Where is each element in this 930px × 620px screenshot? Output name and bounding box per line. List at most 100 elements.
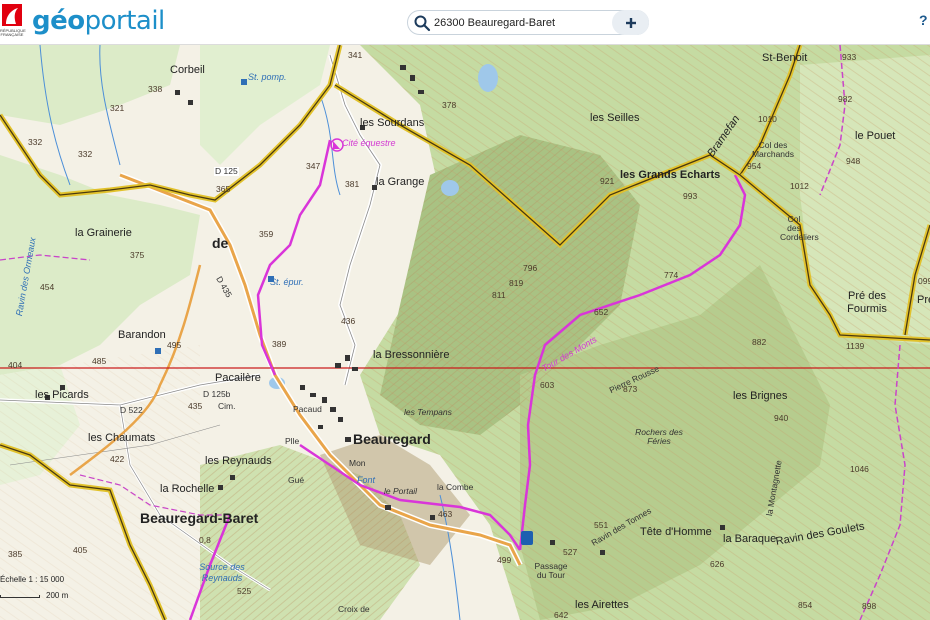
altitude-label: 404 <box>8 360 23 370</box>
place-label: Pré des Fourmis <box>847 290 887 315</box>
altitude-label: 819 <box>509 278 524 288</box>
altitude-label: 332 <box>78 149 93 159</box>
place-label: les Grands Echarts <box>620 169 721 181</box>
place-label: les Chaumats <box>88 432 156 444</box>
road-label: D 522 <box>120 405 143 415</box>
place-label: la Rochelle <box>160 483 215 495</box>
altitude-label: 0,8 <box>199 535 211 545</box>
altitude-label: 982 <box>838 94 853 104</box>
place-label: Gué <box>288 475 305 485</box>
plus-icon <box>625 17 636 28</box>
place-label: Col des Marchands <box>751 140 795 159</box>
place-label: la Grainerie <box>75 227 132 239</box>
place-label: la Baraque <box>723 533 777 545</box>
place-label: Pacailère <box>215 372 261 384</box>
place-label: Cim. <box>218 401 236 411</box>
place-label: la Bressonnière <box>373 349 450 361</box>
brand-part2: portail <box>84 6 166 36</box>
place-label: Croix de <box>338 604 370 614</box>
place-label: les Tempans <box>404 407 452 417</box>
altitude-label: 338 <box>148 84 163 94</box>
place-label: Barandon <box>118 329 166 341</box>
altitude-label: 626 <box>710 559 725 569</box>
altitude-label: 332 <box>28 137 43 147</box>
altitude-label: 435 <box>188 401 203 411</box>
place-label: Plle <box>285 436 300 446</box>
altitude-label: 954 <box>747 161 762 171</box>
map-view[interactable]: Corbeil les Sourdans la Grange la Graine… <box>0 45 930 620</box>
place-label: Source des Reynauds <box>199 562 245 583</box>
road-label: D 125 <box>214 166 239 176</box>
place-label: Rochers des Féries <box>635 427 683 446</box>
altitude-label: 359 <box>259 229 274 239</box>
republic-text: RÉPUBLIQUE FRANÇAISE <box>0 28 26 37</box>
place-label: les Picards <box>35 389 89 401</box>
altitude-label: 365 <box>216 184 231 194</box>
altitude-label: 873 <box>623 384 638 394</box>
place-label: Col des Cordeliers <box>780 214 819 242</box>
scale-text: Échelle 1 : 15 000 <box>0 575 65 584</box>
place-label: la Combe <box>437 482 474 492</box>
place-label: le Pouet <box>855 130 896 142</box>
altitude-label: 551 <box>594 520 609 530</box>
place-label: Beauregard <box>353 431 431 447</box>
geoportail-app: RÉPUBLIQUE FRANÇAISE géoportail ? <box>0 0 930 620</box>
brand-part1: géo <box>32 6 85 36</box>
place-label: les Sourdans <box>360 117 425 129</box>
scale-distance: 200 m <box>46 591 69 600</box>
altitude-label: 940 <box>774 413 789 423</box>
altitude-label: 603 <box>540 380 555 390</box>
place-label: Cité équestre <box>342 138 396 148</box>
altitude-label: 385 <box>8 549 23 559</box>
altitude-label: 1046 <box>850 464 869 474</box>
place-label: Pacaud <box>293 404 322 414</box>
place-label: de <box>212 235 229 251</box>
altitude-label: 422 <box>110 454 125 464</box>
altitude-label: 495 <box>167 340 182 350</box>
altitude-label: 454 <box>40 282 55 292</box>
place-label: Tête d'Homme <box>640 526 712 538</box>
place-label: les Brignes <box>733 390 788 402</box>
republique-francaise-logo[interactable]: RÉPUBLIQUE FRANÇAISE <box>0 4 26 41</box>
altitude-label: 525 <box>237 586 252 596</box>
altitude-label: 774 <box>664 270 679 280</box>
altitude-label: 993 <box>683 191 698 201</box>
altitude-label: 898 <box>862 601 877 611</box>
altitude-label: 527 <box>563 547 578 557</box>
altitude-label: 381 <box>345 179 360 189</box>
place-label: le Portail <box>384 486 418 496</box>
place-label: St-Benoit <box>762 52 808 64</box>
altitude-label: 341 <box>348 50 363 60</box>
place-label: St. pomp. <box>248 72 287 82</box>
search-icon[interactable] <box>413 14 431 32</box>
search-input[interactable] <box>434 14 614 32</box>
altitude-label: 811 <box>492 290 506 300</box>
altitude-label: 1010 <box>758 114 777 124</box>
altitude-label: 405 <box>73 545 88 555</box>
top-bar: RÉPUBLIQUE FRANÇAISE géoportail ? <box>0 0 930 45</box>
place-label: la Grange <box>376 176 425 188</box>
altitude-label: 854 <box>798 600 813 610</box>
help-button[interactable]: ? <box>919 12 928 28</box>
place-label: les Reynauds <box>205 455 272 467</box>
geoportail-logo[interactable]: géoportail <box>32 6 165 36</box>
altitude-label: 642 <box>554 610 569 620</box>
place-label: les Seilles <box>590 112 640 124</box>
altitude-label: 921 <box>600 176 615 186</box>
place-label: Passage du Tour <box>534 561 568 580</box>
altitude-label: 882 <box>752 337 767 347</box>
altitude-label: 378 <box>442 100 457 110</box>
altitude-label: 347 <box>306 161 321 171</box>
scale-bar <box>0 595 40 598</box>
altitude-label: 652 <box>594 307 609 317</box>
place-label: Beauregard-Baret <box>140 510 259 526</box>
altitude-label: 463 <box>438 509 453 519</box>
altitude-label: 389 <box>272 339 287 349</box>
marianne-icon <box>2 4 22 26</box>
place-label: Font <box>357 475 376 485</box>
add-location-button[interactable] <box>612 10 649 35</box>
altitude-label: 948 <box>846 156 861 166</box>
altitude-label: 099 <box>918 276 930 286</box>
altitude-label: 796 <box>523 263 538 273</box>
altitude-label: 1012 <box>790 181 809 191</box>
